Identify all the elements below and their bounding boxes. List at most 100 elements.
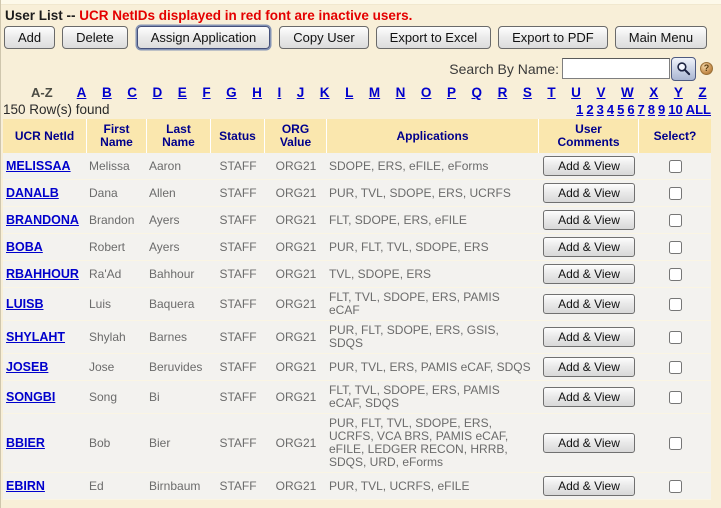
- add-and-view-comments-button[interactable]: Add & View: [543, 476, 635, 496]
- netid-link[interactable]: LUISB: [6, 297, 44, 311]
- netid-link[interactable]: SONGBI: [6, 390, 55, 404]
- table-row: JOSEB Jose Beruvides STAFF ORG21 PUR, TV…: [3, 354, 711, 381]
- netid-cell: BBIER: [3, 434, 87, 453]
- alphabet-link-x[interactable]: X: [649, 85, 658, 100]
- search-input[interactable]: [562, 58, 670, 79]
- select-checkbox[interactable]: [669, 268, 682, 281]
- page-link-5[interactable]: 5: [617, 102, 624, 117]
- select-checkbox[interactable]: [669, 298, 682, 311]
- export-to-pdf-button[interactable]: Export to PDF: [498, 26, 608, 49]
- last-name-cell: Allen: [147, 184, 211, 203]
- alphabet-link-q[interactable]: Q: [472, 85, 483, 100]
- alphabet-link-b[interactable]: B: [102, 85, 112, 100]
- alphabet-link-w[interactable]: W: [621, 85, 634, 100]
- alphabet-link-y[interactable]: Y: [674, 85, 683, 100]
- org-value-cell: ORG21: [265, 295, 327, 314]
- alphabet-link-r[interactable]: R: [498, 85, 508, 100]
- alphabet-link-u[interactable]: U: [571, 85, 581, 100]
- netid-link[interactable]: BOBA: [6, 240, 43, 254]
- netid-link[interactable]: MELISSAA: [6, 159, 71, 173]
- alphabet-link-v[interactable]: V: [596, 85, 605, 100]
- add-and-view-comments-button[interactable]: Add & View: [543, 183, 635, 203]
- assign-application-button[interactable]: Assign Application: [137, 26, 271, 49]
- select-checkbox[interactable]: [669, 241, 682, 254]
- add-and-view-comments-button[interactable]: Add & View: [543, 237, 635, 257]
- netid-cell: RBAHHOUR: [3, 265, 87, 284]
- netid-link[interactable]: EBIRN: [6, 479, 45, 493]
- export-to-excel-button[interactable]: Export to Excel: [376, 26, 491, 49]
- copy-user-button[interactable]: Copy User: [279, 26, 368, 49]
- select-checkbox[interactable]: [669, 437, 682, 450]
- last-name-cell: Beruvides: [147, 358, 211, 377]
- alphabet-link-d[interactable]: D: [153, 85, 163, 100]
- org-value-cell: ORG21: [265, 388, 327, 407]
- magnifier-icon: [676, 61, 691, 76]
- add-and-view-comments-button[interactable]: Add & View: [543, 210, 635, 230]
- alphabet-link-c[interactable]: C: [127, 85, 137, 100]
- page-link-10[interactable]: 10: [668, 102, 682, 117]
- netid-cell: EBIRN: [3, 477, 87, 496]
- page-link-7[interactable]: 7: [638, 102, 645, 117]
- page-link-9[interactable]: 9: [658, 102, 665, 117]
- alphabet-link-m[interactable]: M: [369, 85, 380, 100]
- add-and-view-comments-button[interactable]: Add & View: [543, 294, 635, 314]
- alphabet-link-i[interactable]: I: [277, 85, 281, 100]
- netid-link[interactable]: DANALB: [6, 186, 59, 200]
- netid-link[interactable]: BBIER: [6, 436, 45, 450]
- alphabet-link-s[interactable]: S: [523, 85, 532, 100]
- alphabet-link-z[interactable]: Z: [698, 85, 706, 100]
- page-link-2[interactable]: 2: [586, 102, 593, 117]
- search-button[interactable]: [671, 57, 696, 81]
- table-row: SHYLAHT Shylah Barnes STAFF ORG21 PUR, F…: [3, 321, 711, 354]
- last-name-cell: Aaron: [147, 157, 211, 176]
- table-row: SONGBI Song Bi STAFF ORG21 FLT, TVL, SDO…: [3, 381, 711, 414]
- alphabet-link-a[interactable]: A: [77, 85, 87, 100]
- alphabet-link-k[interactable]: K: [320, 85, 330, 100]
- select-checkbox[interactable]: [669, 480, 682, 493]
- table-row: BRANDONA Brandon Ayers STAFF ORG21 FLT, …: [3, 207, 711, 234]
- page-link-8[interactable]: 8: [648, 102, 655, 117]
- select-checkbox[interactable]: [669, 214, 682, 227]
- netid-cell: SHYLAHT: [3, 328, 87, 347]
- alphabet-link-g[interactable]: G: [226, 85, 237, 100]
- alphabet-link-t[interactable]: T: [547, 85, 555, 100]
- netid-link[interactable]: BRANDONA: [6, 213, 79, 227]
- add-and-view-comments-button[interactable]: Add & View: [543, 327, 635, 347]
- add-and-view-comments-button[interactable]: Add & View: [543, 264, 635, 284]
- page-link-1[interactable]: 1: [576, 102, 583, 117]
- main-menu-button[interactable]: Main Menu: [615, 26, 707, 49]
- alphabet-link-h[interactable]: H: [252, 85, 262, 100]
- netid-link[interactable]: JOSEB: [6, 360, 48, 374]
- page-link-3[interactable]: 3: [597, 102, 604, 117]
- select-cell: [639, 434, 711, 453]
- alphabet-link-n[interactable]: N: [396, 85, 406, 100]
- page-link-all[interactable]: ALL: [686, 102, 711, 117]
- alphabet-link-o[interactable]: O: [421, 85, 432, 100]
- netid-link[interactable]: RBAHHOUR: [6, 267, 79, 281]
- alphabet-link-f[interactable]: F: [202, 85, 210, 100]
- add-and-view-comments-button[interactable]: Add & View: [543, 156, 635, 176]
- first-name-cell: Luis: [87, 295, 147, 314]
- add-button[interactable]: Add: [4, 26, 55, 49]
- select-checkbox[interactable]: [669, 160, 682, 173]
- page-link-6[interactable]: 6: [627, 102, 634, 117]
- select-checkbox[interactable]: [669, 391, 682, 404]
- select-checkbox[interactable]: [669, 361, 682, 374]
- add-and-view-comments-button[interactable]: Add & View: [543, 433, 635, 453]
- alphabet-link-l[interactable]: L: [345, 85, 353, 100]
- add-and-view-comments-button[interactable]: Add & View: [543, 387, 635, 407]
- alphabet-link-p[interactable]: P: [447, 85, 456, 100]
- alphabet-link-j[interactable]: J: [297, 85, 305, 100]
- column-header: Last Name: [147, 119, 211, 153]
- page-link-4[interactable]: 4: [607, 102, 614, 117]
- user-comments-cell: Add & View: [539, 234, 639, 260]
- alphabet-link-e[interactable]: E: [178, 85, 187, 100]
- help-icon[interactable]: ?: [700, 62, 713, 75]
- netid-link[interactable]: SHYLAHT: [6, 330, 65, 344]
- select-checkbox[interactable]: [669, 187, 682, 200]
- first-name-cell: Bob: [87, 434, 147, 453]
- select-checkbox[interactable]: [669, 331, 682, 344]
- delete-button[interactable]: Delete: [62, 26, 128, 49]
- add-and-view-comments-button[interactable]: Add & View: [543, 357, 635, 377]
- select-cell: [639, 388, 711, 407]
